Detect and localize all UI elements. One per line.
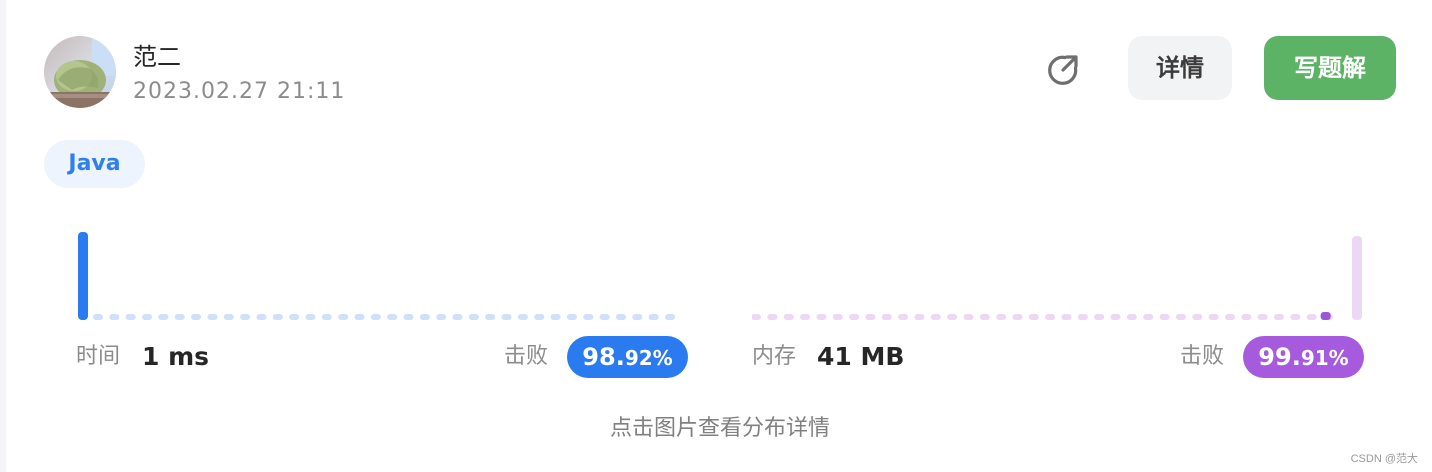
memory-bin — [1257, 314, 1268, 320]
memory-bin — [881, 314, 892, 320]
memory-bin — [752, 314, 761, 320]
memory-beat-main: 99. — [1258, 343, 1301, 371]
runtime-bin — [583, 314, 594, 320]
runtime-bin — [240, 314, 251, 320]
runtime-bin — [517, 314, 528, 320]
memory-bin — [1143, 314, 1154, 320]
memory-bin — [930, 314, 941, 320]
memory-bin — [996, 314, 1007, 320]
memory-bin — [1045, 314, 1056, 320]
language-tag: Java — [44, 140, 145, 188]
runtime-bin — [223, 314, 234, 320]
memory-bin — [1028, 314, 1039, 320]
memory-value: 41 MB — [817, 342, 905, 371]
memory-bin — [979, 314, 990, 320]
chart-hint-text: 点击图片查看分布详情 — [609, 416, 830, 441]
write-solution-button[interactable]: 写题解 — [1264, 36, 1396, 100]
memory-bin — [816, 314, 827, 320]
runtime-bin — [485, 314, 496, 320]
memory-bin — [1012, 314, 1023, 320]
memory-bin — [1110, 314, 1121, 320]
runtime-bin — [109, 314, 120, 320]
memory-bin — [767, 314, 778, 320]
memory-bin — [849, 314, 860, 320]
runtime-bin — [632, 314, 643, 320]
runtime-value: 1 ms — [142, 342, 210, 371]
memory-marker-bin — [1320, 312, 1331, 320]
runtime-label: 时间 — [76, 344, 121, 369]
runtime-bin — [207, 314, 218, 320]
runtime-bin — [321, 314, 332, 320]
runtime-bin — [419, 314, 430, 320]
runtime-peak-bar — [78, 232, 88, 320]
memory-bin — [865, 314, 876, 320]
memory-bin — [783, 314, 794, 320]
memory-bin — [914, 314, 925, 320]
runtime-bin — [665, 314, 675, 320]
runtime-bin — [468, 314, 479, 320]
runtime-bin — [142, 314, 153, 320]
watermark: CSDN @范大 — [1350, 453, 1418, 465]
runtime-bin — [93, 314, 103, 320]
runtime-bin — [338, 314, 349, 320]
runtime-bin — [272, 314, 283, 320]
memory-label: 内存 — [752, 344, 797, 369]
memory-bin — [1273, 314, 1284, 320]
runtime-bin — [534, 314, 545, 320]
runtime-bin — [599, 314, 610, 320]
username[interactable]: 范二 — [133, 40, 181, 74]
memory-distribution-chart[interactable] — [752, 228, 1366, 324]
memory-bin — [947, 314, 958, 320]
runtime-bin — [256, 314, 267, 320]
runtime-bin — [191, 314, 202, 320]
memory-bin — [1159, 314, 1170, 320]
memory-bin — [1192, 314, 1203, 320]
memory-bin — [1290, 314, 1301, 320]
runtime-beat-label: 击败 — [504, 344, 549, 369]
runtime-beat-decimal: 92% — [624, 346, 673, 370]
runtime-bin — [566, 314, 577, 320]
runtime-beat-badge: 98.92% — [567, 336, 688, 378]
memory-bin — [1126, 314, 1137, 320]
runtime-bin — [125, 314, 136, 320]
memory-bin — [1061, 314, 1072, 320]
runtime-bin — [452, 314, 463, 320]
runtime-bin — [370, 314, 381, 320]
memory-bin — [800, 314, 811, 320]
memory-bin — [832, 314, 843, 320]
runtime-bin — [174, 314, 185, 320]
memory-peak-bar — [1352, 236, 1362, 320]
runtime-bin — [354, 314, 365, 320]
memory-bin — [898, 314, 909, 320]
memory-beat-label: 击败 — [1180, 344, 1225, 369]
memory-bin — [1175, 314, 1186, 320]
memory-bin — [1094, 314, 1105, 320]
runtime-bin — [550, 314, 561, 320]
runtime-bin — [305, 314, 316, 320]
memory-beat-decimal: 91% — [1300, 346, 1349, 370]
memory-bin — [1306, 314, 1317, 320]
memory-bin — [1208, 314, 1219, 320]
share-arrow-icon[interactable] — [1043, 50, 1083, 90]
memory-bin — [1241, 314, 1252, 320]
memory-bin — [1224, 314, 1235, 320]
runtime-bin — [648, 314, 659, 320]
runtime-bin — [501, 314, 512, 320]
memory-bin — [1077, 314, 1088, 320]
runtime-bin — [158, 314, 169, 320]
submission-card: 范二 2023.02.27 21:11 详情 写题解 Java 时间 1 ms … — [0, 0, 1432, 472]
runtime-bin — [289, 314, 300, 320]
details-button[interactable]: 详情 — [1128, 36, 1232, 100]
runtime-bin — [615, 314, 626, 320]
runtime-bin — [387, 314, 398, 320]
memory-bin — [963, 314, 974, 320]
left-edge-strip — [0, 0, 6, 472]
runtime-bin — [436, 314, 447, 320]
runtime-distribution-chart[interactable] — [76, 228, 690, 324]
runtime-bin — [403, 314, 414, 320]
submission-timestamp: 2023.02.27 21:11 — [133, 79, 346, 104]
runtime-beat-main: 98. — [582, 343, 625, 371]
avatar[interactable] — [44, 36, 116, 108]
memory-beat-badge: 99.91% — [1243, 336, 1364, 378]
